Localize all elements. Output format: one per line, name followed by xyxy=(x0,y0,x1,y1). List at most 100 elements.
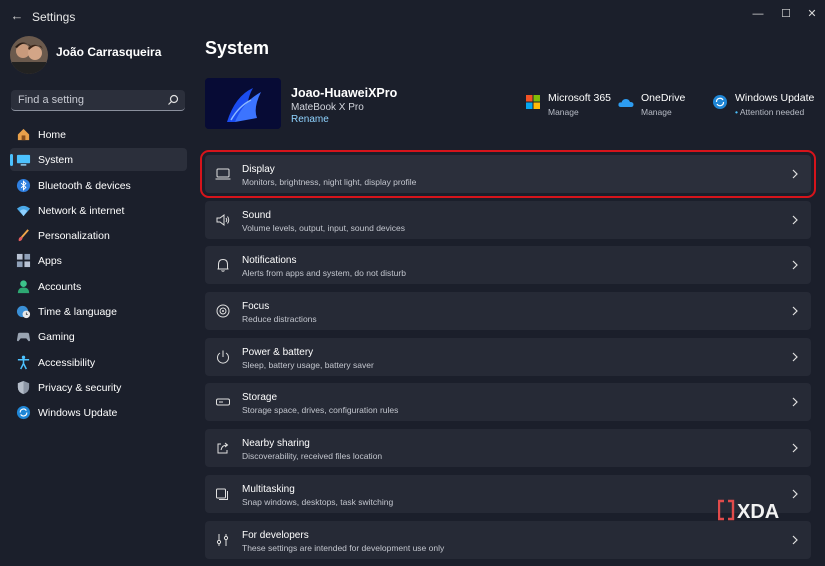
windows-update-icon xyxy=(713,95,727,109)
device-name: Joao-HuaweiXPro xyxy=(291,86,398,100)
chevron-right-icon xyxy=(792,398,798,407)
system-icon xyxy=(16,155,31,166)
sidebar-item-label: Personalization xyxy=(38,230,110,243)
sidebar-item-label: Gaming xyxy=(38,331,75,344)
service-status[interactable]: Manage xyxy=(548,107,579,117)
card-notifications[interactable]: Notifications Alerts from apps and syste… xyxy=(205,246,811,285)
avatar[interactable] xyxy=(10,36,48,74)
card-subtitle: Volume levels, output, input, sound devi… xyxy=(242,222,406,233)
sidebar-item-label: Network & internet xyxy=(38,204,125,217)
card-storage[interactable]: Storage Storage space, drives, configura… xyxy=(205,383,811,422)
sidebar-item-apps[interactable]: Apps xyxy=(10,249,187,272)
card-display[interactable]: Display Monitors, brightness, night ligh… xyxy=(200,150,816,198)
sidebar-item-label: Apps xyxy=(38,255,62,268)
rename-link[interactable]: Rename xyxy=(291,114,329,125)
update-icon xyxy=(16,406,31,420)
sidebar-item-system[interactable]: System xyxy=(10,148,187,172)
service-status[interactable]: Manage xyxy=(641,107,672,117)
sidebar-item-network[interactable]: Network & internet xyxy=(10,199,187,222)
accounts-icon xyxy=(17,280,30,293)
card-title: Multitasking xyxy=(242,483,295,495)
bell-icon xyxy=(217,259,229,273)
microsoft-365-icon xyxy=(526,95,540,109)
sidebar-item-gaming[interactable]: Gaming xyxy=(10,325,187,348)
sidebar-item-label: Time & language xyxy=(38,306,117,319)
card-title: Storage xyxy=(242,392,278,404)
card-for-developers[interactable]: For developers These settings are intend… xyxy=(205,520,811,559)
globe-clock-icon xyxy=(16,305,31,319)
card-subtitle: Monitors, brightness, night light, displ… xyxy=(242,177,417,187)
card-nearby-sharing[interactable]: Nearby sharing Discoverability, received… xyxy=(205,429,811,468)
card-title: Nearby sharing xyxy=(242,438,310,450)
device-model: MateBook X Pro xyxy=(291,102,364,113)
brush-icon xyxy=(18,229,29,242)
chevron-right-icon xyxy=(792,443,798,453)
sidebar-item-accounts[interactable]: Accounts xyxy=(10,275,187,298)
sidebar-item-label: Privacy & security xyxy=(38,381,122,394)
storage-icon xyxy=(216,398,230,406)
sidebar-item-label: Bluetooth & devices xyxy=(38,179,131,192)
sidebar-item-windows-update[interactable]: Windows Update xyxy=(10,401,187,424)
card-title: Display xyxy=(242,164,275,175)
service-status-text: Attention needed xyxy=(739,107,805,117)
chevron-right-icon xyxy=(792,169,798,179)
focus-icon xyxy=(216,304,230,318)
chevron-right-icon xyxy=(792,306,798,316)
page-title: System xyxy=(205,38,270,58)
search-icon[interactable] xyxy=(167,93,179,107)
device-wallpaper-image xyxy=(205,78,281,129)
sidebar-item-label: System xyxy=(38,154,74,167)
shield-icon xyxy=(17,380,30,395)
apps-icon xyxy=(16,254,31,268)
chevron-right-icon xyxy=(792,215,798,225)
user-name: João Carrasqueira xyxy=(56,45,162,59)
search-placeholder: Find a setting xyxy=(18,94,85,106)
card-title: Sound xyxy=(242,209,271,221)
bluetooth-icon xyxy=(16,178,31,192)
card-subtitle: Alerts from apps and system, do not dist… xyxy=(242,268,406,279)
sidebar-item-time-language[interactable]: Time & language xyxy=(10,300,187,323)
card-focus[interactable]: Focus Reduce distractions xyxy=(205,292,811,331)
sidebar-item-home[interactable]: Home xyxy=(10,123,187,146)
xda-watermark-logo: XDA xyxy=(717,499,796,523)
close-button[interactable]: ✕ xyxy=(799,4,825,24)
minimize-button[interactable]: — xyxy=(745,4,771,24)
search-input[interactable]: Find a setting xyxy=(11,90,185,111)
card-subtitle: Snap windows, desktops, task switching xyxy=(242,496,394,507)
card-subtitle: Storage space, drives, configuration rul… xyxy=(242,405,399,416)
card-title: Notifications xyxy=(242,255,297,267)
card-power-battery[interactable]: Power & battery Sleep, battery usage, ba… xyxy=(205,337,811,376)
maximize-button[interactable]: ☐ xyxy=(773,4,799,24)
window-title: Settings xyxy=(32,10,76,24)
sidebar-nav: Home System Bluetooth & devices Network … xyxy=(10,123,187,427)
sidebar-item-bluetooth[interactable]: Bluetooth & devices xyxy=(10,174,187,197)
card-subtitle: Reduce distractions xyxy=(242,314,317,325)
card-title: For developers xyxy=(242,529,309,541)
sidebar-item-label: Accounts xyxy=(38,280,82,293)
accessibility-icon xyxy=(17,355,30,370)
display-icon xyxy=(215,168,231,180)
power-icon xyxy=(217,350,229,364)
sidebar-item-label: Home xyxy=(38,129,67,141)
chevron-right-icon xyxy=(792,352,798,362)
multitasking-icon xyxy=(216,488,228,500)
sidebar-item-accessibility[interactable]: Accessibility xyxy=(10,351,187,374)
sidebar-item-privacy-security[interactable]: Privacy & security xyxy=(10,376,187,399)
home-icon xyxy=(17,128,30,141)
service-name: Windows Update xyxy=(735,92,815,104)
back-arrow-icon[interactable]: ← xyxy=(8,8,26,24)
speaker-icon xyxy=(216,213,230,226)
svg-text:XDA: XDA xyxy=(737,501,779,521)
service-name: OneDrive xyxy=(641,92,686,104)
card-title: Focus xyxy=(242,301,270,313)
card-subtitle: Sleep, battery usage, battery saver xyxy=(242,359,374,370)
title-bar: ← Settings — ☐ ✕ xyxy=(0,0,825,32)
service-status[interactable]: • Attention needed xyxy=(735,107,804,117)
sidebar-item-personalization[interactable]: Personalization xyxy=(10,224,187,247)
card-sound[interactable]: Sound Volume levels, output, input, soun… xyxy=(205,200,811,239)
card-title: Power & battery xyxy=(242,346,314,358)
card-subtitle: These settings are intended for developm… xyxy=(242,542,445,553)
sidebar-item-label: Windows Update xyxy=(38,407,118,420)
chevron-right-icon xyxy=(792,535,798,544)
service-name: Microsoft 365 xyxy=(548,92,612,104)
